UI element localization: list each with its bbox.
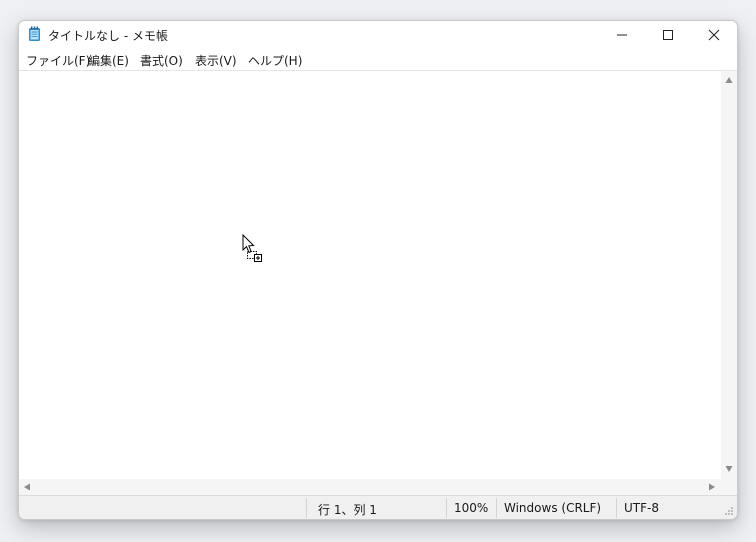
text-editor-area[interactable] <box>19 71 721 479</box>
status-divider <box>446 498 447 518</box>
close-button[interactable] <box>691 21 737 49</box>
minimize-icon <box>617 34 627 36</box>
copy-drag-cursor-icon <box>242 234 262 262</box>
menu-help[interactable]: ヘルプ(H) <box>248 52 302 69</box>
status-divider <box>306 498 307 518</box>
scroll-right-icon[interactable] <box>708 483 716 491</box>
notepad-window: タイトルなし - メモ帳 ファイル(F) 編集(E) 書式(O) 表示(V) ヘ… <box>18 20 738 520</box>
status-encoding: UTF-8 <box>624 501 659 515</box>
vertical-scrollbar[interactable] <box>721 71 737 479</box>
status-zoom: 100% <box>454 501 489 515</box>
window-title: タイトルなし - メモ帳 <box>48 29 168 43</box>
scroll-left-icon[interactable] <box>23 483 31 491</box>
menu-edit[interactable]: 編集(E) <box>88 52 129 69</box>
status-line-ending: Windows (CRLF) <box>504 501 602 515</box>
menu-view[interactable]: 表示(V) <box>195 52 237 69</box>
notepad-icon <box>29 26 40 41</box>
resize-grip-icon[interactable] <box>724 506 734 516</box>
close-icon <box>708 29 720 41</box>
status-divider <box>616 498 617 518</box>
scroll-up-icon[interactable] <box>725 76 733 84</box>
scrollbar-corner <box>721 479 737 495</box>
status-bar: 行 1、列 1 100% Windows (CRLF) UTF-8 <box>19 495 737 519</box>
menu-format[interactable]: 書式(O) <box>140 52 183 69</box>
title-bar[interactable]: タイトルなし - メモ帳 <box>19 21 737 49</box>
scroll-down-icon[interactable] <box>725 465 733 473</box>
status-divider <box>496 498 497 518</box>
maximize-icon <box>663 30 673 40</box>
menu-bar: ファイル(F) 編集(E) 書式(O) 表示(V) ヘルプ(H) <box>19 49 737 71</box>
horizontal-scrollbar[interactable] <box>19 479 721 495</box>
minimize-button[interactable] <box>599 21 645 49</box>
status-cursor-position: 行 1、列 1 <box>318 503 377 517</box>
menu-file[interactable]: ファイル(F) <box>26 52 90 69</box>
maximize-button[interactable] <box>645 21 691 49</box>
